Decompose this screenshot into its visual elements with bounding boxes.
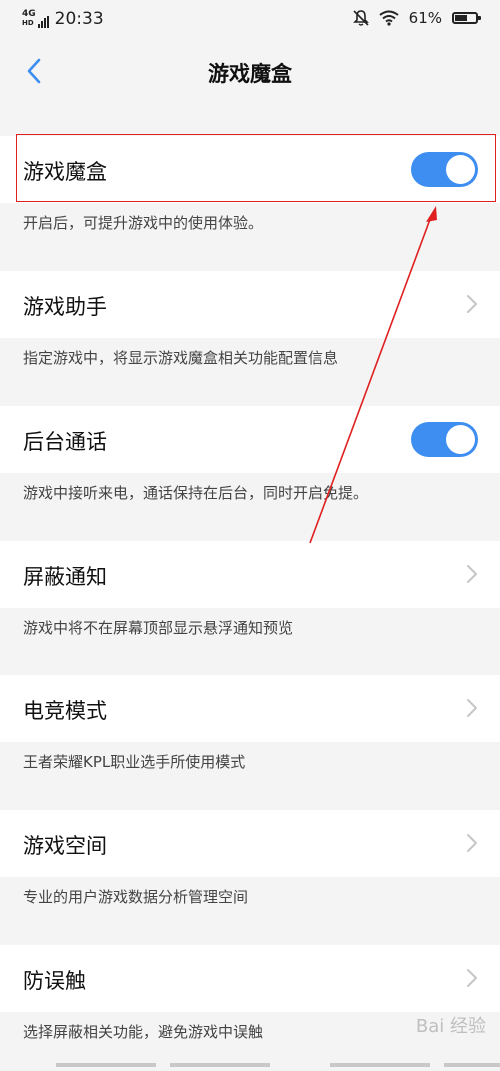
setting-label: 电竞模式 (23, 699, 107, 723)
toggle-switch-background-call[interactable] (411, 422, 478, 457)
battery-percent: 61% (408, 9, 442, 27)
toggle-knob (446, 425, 475, 454)
signal-icon (37, 16, 49, 28)
bottom-divider (0, 1052, 500, 1067)
wifi-icon (379, 10, 399, 26)
status-bar: 4G HD 20:33 61% (0, 0, 500, 40)
chevron-right-icon (467, 565, 477, 583)
setting-description-block-notification: 游戏中将不在屏幕顶部显示悬浮通知预览 (23, 619, 294, 637)
setting-row-game-space[interactable]: 游戏空间 (0, 810, 500, 877)
clock: 20:33 (54, 9, 104, 29)
mute-icon (352, 9, 369, 27)
chevron-right-icon (467, 834, 477, 852)
setting-label: 屏蔽通知 (23, 565, 107, 589)
setting-row-game-assistant[interactable]: 游戏助手 (0, 271, 500, 338)
annotation-highlight-box (16, 134, 496, 202)
setting-description-game-box: 开启后，可提升游戏中的使用体验。 (23, 214, 264, 232)
nav-bar: 游戏魔盒 (0, 40, 500, 102)
network-sub: HD (22, 19, 34, 27)
setting-description-game-assistant: 指定游戏中，将显示游戏魔盒相关功能配置信息 (23, 349, 339, 367)
setting-row-esports-mode[interactable]: 电竞模式 (0, 675, 500, 742)
setting-row-block-notification[interactable]: 屏蔽通知 (0, 541, 500, 608)
setting-label: 防误触 (23, 969, 86, 993)
setting-description-anti-mistouch: 选择屏蔽相关功能，避免游戏中误触 (23, 1023, 264, 1041)
setting-label: 游戏助手 (23, 295, 107, 319)
setting-label: 游戏空间 (23, 834, 107, 858)
chevron-right-icon (467, 295, 477, 313)
network-type: 4G (22, 9, 36, 19)
chevron-right-icon (467, 699, 477, 717)
setting-description-game-space: 专业的用户游戏数据分析管理空间 (23, 888, 249, 906)
setting-description-esports-mode: 王者荣耀KPL职业选手所使用模式 (23, 753, 246, 771)
setting-row-background-call[interactable]: 后台通话 (0, 406, 500, 473)
watermark: Bai 经验 (415, 1016, 486, 1037)
setting-description-background-call: 游戏中接听来电，通话保持在后台，同时开启免提。 (23, 484, 369, 502)
battery-icon (452, 12, 481, 24)
chevron-right-icon (467, 969, 477, 987)
setting-row-anti-mistouch[interactable]: 防误触 (0, 945, 500, 1012)
signal-indicator: 4G HD (22, 10, 49, 28)
setting-label: 后台通话 (23, 430, 107, 454)
page-title: 游戏魔盒 (208, 62, 292, 86)
